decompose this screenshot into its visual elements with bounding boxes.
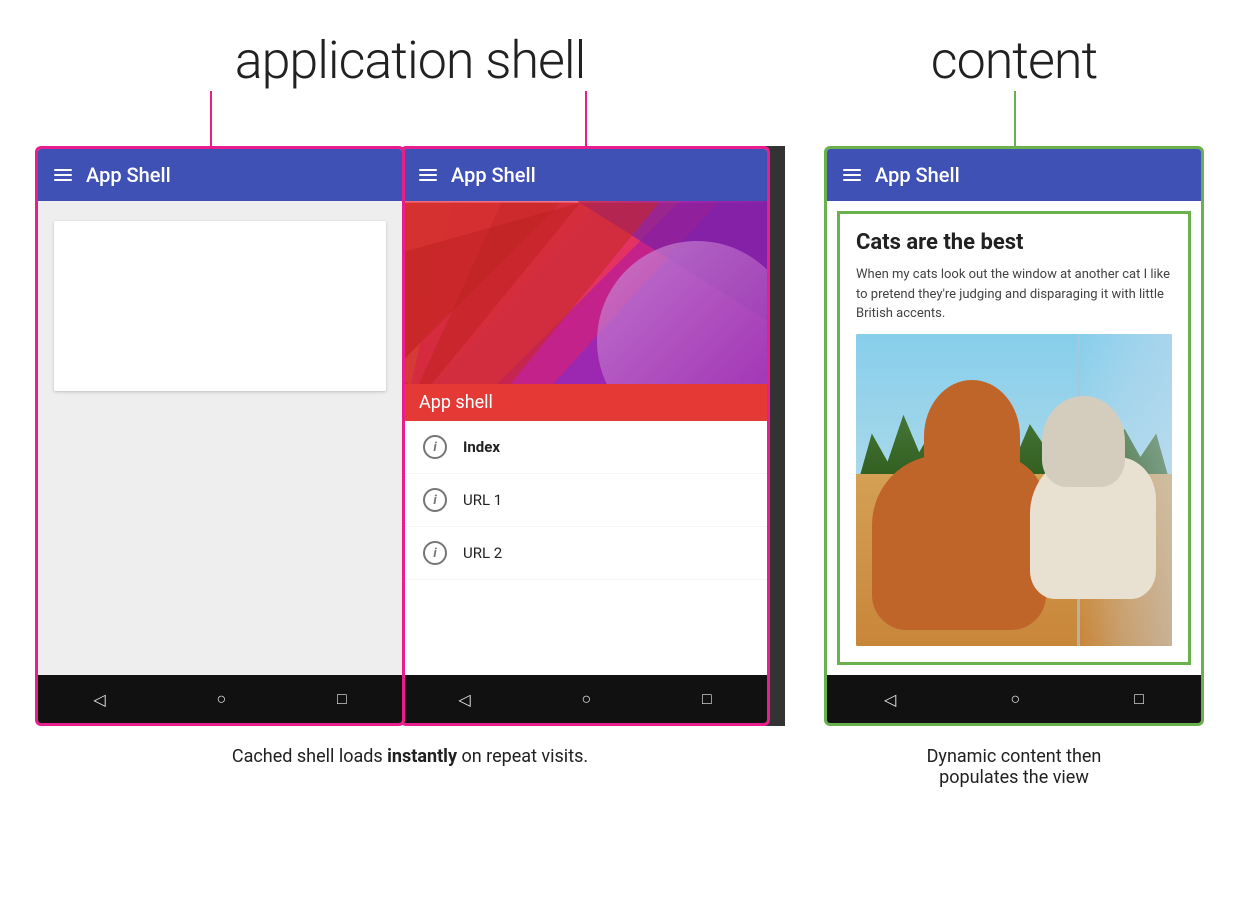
menu-icon-2 [419, 169, 437, 181]
nav-item-url2[interactable]: i URL 2 [403, 527, 767, 580]
menu-icon-3 [843, 169, 861, 181]
cat-orange-head [924, 380, 1020, 493]
cat-orange [872, 380, 1046, 630]
caption-right-line1: Dynamic content then [927, 746, 1102, 767]
nav-item-text-url1: URL 1 [463, 491, 502, 509]
caption-right-line2: populates the view [939, 767, 1089, 788]
phone-1: App Shell ◁ ○ □ [35, 146, 405, 726]
connector-line-2 [585, 91, 587, 146]
nav-item-index[interactable]: i Index [403, 421, 767, 474]
phone-2-wrapper: App Shell [405, 146, 785, 726]
connector-line-1 [210, 91, 212, 146]
menu-bar [843, 179, 861, 181]
nav-item-url1[interactable]: i URL 1 [403, 474, 767, 527]
android-nav-1: ◁ ○ □ [38, 675, 402, 723]
back-btn-3[interactable]: ◁ [884, 690, 896, 709]
content-title: Cats are the best [856, 230, 1172, 255]
home-btn-3[interactable]: ○ [1010, 689, 1020, 709]
nav-drawer: i Index i URL 1 i URL 2 [403, 421, 767, 675]
android-nav-2: ◁ ○ □ [403, 675, 767, 723]
info-icon-url1: i [423, 488, 447, 512]
phone-1-body [38, 201, 402, 675]
left-section: application shell App Shell [30, 30, 790, 767]
header-image: App shell [403, 201, 767, 421]
menu-bar [843, 174, 861, 176]
home-btn-2[interactable]: ○ [581, 689, 591, 709]
bold-instantly: instantly [387, 746, 457, 767]
connectors-left [30, 91, 790, 146]
app-bar-2: App Shell [403, 149, 767, 201]
connector-line-right [1014, 91, 1016, 146]
menu-bar [419, 169, 437, 171]
menu-bar [54, 174, 72, 176]
nav-item-text-index: Index [463, 438, 500, 456]
right-section: content App Shell Cats are the best When… [809, 30, 1219, 788]
menu-bar [419, 174, 437, 176]
app-bar-3: App Shell [827, 149, 1201, 201]
menu-bar [54, 169, 72, 171]
back-btn-2[interactable]: ◁ [458, 690, 470, 709]
info-icon-index: i [423, 435, 447, 459]
app-bar-title-3: App Shell [875, 163, 960, 187]
app-bar-title-2: App Shell [451, 163, 536, 187]
home-btn-1[interactable]: ○ [216, 689, 226, 709]
content-placeholder [54, 221, 386, 391]
content-heading: content [931, 30, 1098, 91]
menu-icon-1 [54, 169, 72, 181]
app-bar-1: App Shell [38, 149, 402, 201]
nav-item-text-url2: URL 2 [463, 544, 502, 562]
shell-overlay-label: App shell [403, 384, 767, 421]
connectors-right [824, 91, 1204, 146]
menu-bar [843, 169, 861, 171]
content-area: Cats are the best When my cats look out … [827, 201, 1201, 675]
cat-white [1030, 396, 1156, 599]
bottom-caption-right: Dynamic content then populates the view [809, 746, 1219, 788]
recent-btn-1[interactable]: □ [337, 689, 347, 709]
app-shell-heading: application shell [235, 30, 586, 91]
menu-bar [54, 179, 72, 181]
content-body: When my cats look out the window at anot… [856, 265, 1172, 324]
back-btn-1[interactable]: ◁ [93, 690, 105, 709]
menu-bar [419, 179, 437, 181]
cat-white-head [1042, 396, 1124, 487]
bottom-caption-left: Cached shell loads instantly on repeat v… [30, 746, 790, 767]
phone-2: App Shell [400, 146, 770, 726]
main-container: application shell App Shell [0, 0, 1249, 788]
info-icon-url2: i [423, 541, 447, 565]
cat-image-inner [856, 334, 1172, 647]
recent-btn-3[interactable]: □ [1134, 689, 1144, 709]
phones-row: App Shell ◁ ○ □ [35, 146, 785, 726]
content-inner: Cats are the best When my cats look out … [837, 211, 1191, 665]
cat-image [856, 334, 1172, 647]
phone-3: App Shell Cats are the best When my cats… [824, 146, 1204, 726]
android-nav-3: ◁ ○ □ [827, 675, 1201, 723]
app-bar-title-1: App Shell [86, 163, 171, 187]
recent-btn-2[interactable]: □ [702, 689, 712, 709]
